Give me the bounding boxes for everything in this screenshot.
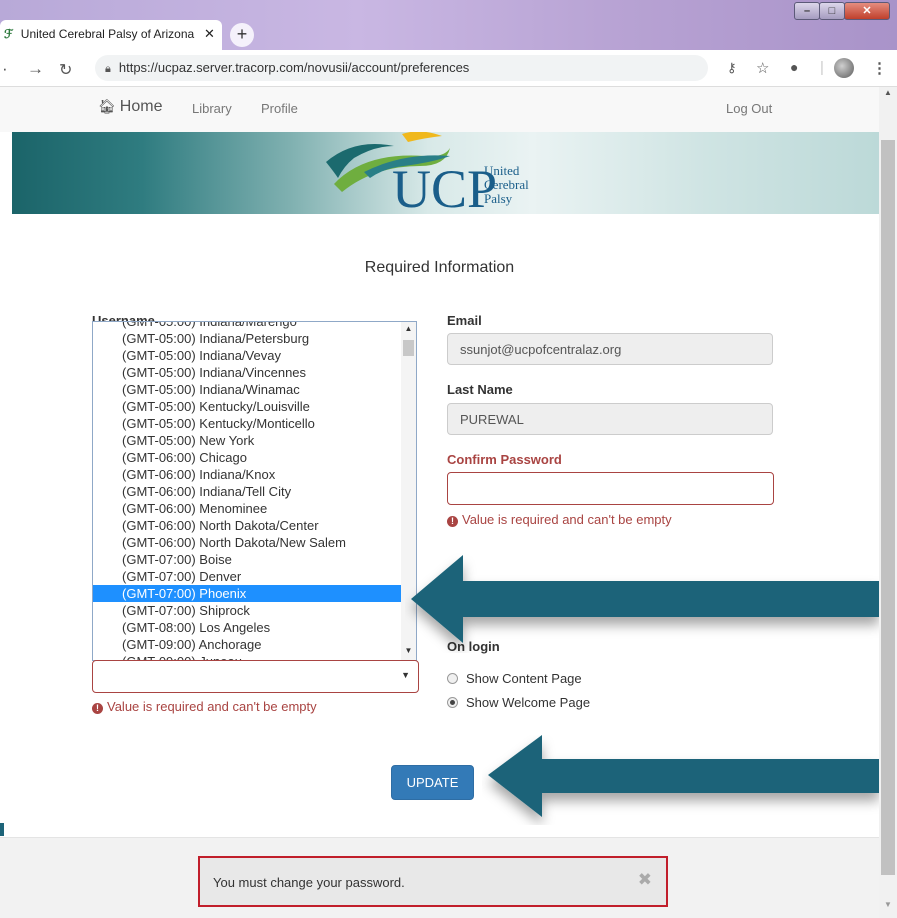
timezone-option[interactable]: (GMT-05:00) New York: [93, 432, 401, 449]
email-label: Email: [447, 313, 482, 328]
star-icon[interactable]: ☆: [756, 59, 769, 77]
timezone-option[interactable]: (GMT-05:00) Kentucky/Monticello: [93, 415, 401, 432]
lock-icon: 🔒︎: [105, 63, 111, 75]
timezone-option[interactable]: (GMT-06:00) Chicago: [93, 449, 401, 466]
lastname-field: PUREWAL: [447, 403, 773, 435]
timezone-option[interactable]: (GMT-05:00) Indiana/Vevay: [93, 347, 401, 364]
scroll-up-icon[interactable]: ▲: [879, 88, 897, 102]
profile-avatar[interactable]: [834, 58, 854, 78]
annotation-arrow-update: [488, 735, 879, 817]
listbox-scroll-thumb[interactable]: [403, 340, 414, 356]
timezone-option[interactable]: (GMT-07:00) Shiprock: [93, 602, 401, 619]
radio-welcome-page[interactable]: [447, 697, 458, 708]
timezone-options: (GMT-05:00) Indiana/Marengo (GMT-05:00) I…: [93, 322, 401, 660]
timezone-option[interactable]: (GMT-05:00) Indiana/Winamac: [93, 381, 401, 398]
logo-line1: United: [484, 163, 520, 178]
nav-profile-link[interactable]: Profile: [261, 101, 298, 116]
timezone-option[interactable]: (GMT-05:00) Kentucky/Louisville: [93, 398, 401, 415]
timezone-listbox[interactable]: (GMT-05:00) Indiana/Marengo (GMT-05:00) I…: [92, 321, 417, 661]
tab-close-icon[interactable]: ✕: [204, 26, 215, 42]
confirm-password-field[interactable]: [447, 472, 774, 505]
browser-tab[interactable]: ℱ United Cerebral Palsy of Arizona ✕: [0, 20, 222, 50]
confirm-password-error: ! Value is required and can't be empty: [447, 512, 672, 527]
timezone-option[interactable]: (GMT-06:00) Indiana/Tell City: [93, 483, 401, 500]
ucp-logo: UCP United Cerebral Palsy: [326, 132, 529, 214]
password-notification: You must change your password. ✖: [198, 856, 668, 907]
toolbar-divider: |: [820, 59, 824, 76]
timezone-option[interactable]: (GMT-05:00) Indiana/Petersburg: [93, 330, 401, 347]
new-tab-button[interactable]: +: [230, 23, 254, 47]
forward-icon[interactable]: →: [27, 59, 44, 79]
nav-logout-link[interactable]: Log Out: [726, 101, 772, 116]
page-heading: Required Information: [364, 259, 515, 276]
timezone-option[interactable]: (GMT-09:00) Anchorage: [93, 636, 401, 653]
timezone-option[interactable]: (GMT-07:00) Boise: [93, 551, 401, 568]
url-text: https://ucpaz.server.tracorp.com/novusii…: [118, 60, 470, 75]
logo-line3: Palsy: [484, 191, 513, 206]
tab-title: United Cerebral Palsy of Arizona: [20, 27, 195, 41]
header-banner: UCP United Cerebral Palsy: [12, 132, 879, 214]
select-error: ! Value is required and can't be empty: [92, 699, 317, 714]
edge-marker: [0, 823, 4, 836]
timezone-option[interactable]: (GMT-05:00) Indiana/Marengo: [93, 322, 401, 330]
listbox-scroll-up-icon[interactable]: ▲: [401, 324, 416, 333]
timezone-option[interactable]: (GMT-07:00) Denver: [93, 568, 401, 585]
page-scroll-thumb[interactable]: [881, 140, 895, 875]
email-field: ssunjot@ucpofcentralaz.org: [447, 333, 773, 365]
back-icon[interactable]: ·: [2, 59, 8, 79]
scroll-down-icon[interactable]: ▼: [879, 900, 897, 914]
key-icon[interactable]: ⚷: [727, 60, 737, 76]
timezone-option[interactable]: (GMT-06:00) North Dakota/Center: [93, 517, 401, 534]
nav-home-label: Home: [119, 98, 163, 115]
url-field[interactable]: 🔒︎ https://ucpaz.server.tracorp.com/novus…: [95, 55, 708, 81]
chevron-down-icon: ▼: [401, 670, 410, 680]
timezone-option-selected[interactable]: (GMT-07:00) Phoenix: [93, 585, 401, 602]
close-window-button[interactable]: ✕: [844, 2, 890, 20]
confirm-password-label: Confirm Password: [447, 452, 562, 467]
site-navbar: 🏠︎ Home Library Profile Log Out: [0, 87, 879, 132]
nav-library-link[interactable]: Library: [192, 101, 232, 116]
logo-letters: UCP: [392, 159, 497, 214]
logo-line2: Cerebral: [484, 177, 529, 192]
address-bar-row: · → ↻ 🔒︎ https://ucpaz.server.tracorp.com…: [0, 50, 897, 87]
radio-welcome-label: Show Welcome Page: [466, 695, 591, 710]
timezone-option[interactable]: (GMT-06:00) Indiana/Knox: [93, 466, 401, 483]
close-icon[interactable]: ✖: [638, 870, 652, 890]
annotation-arrow-timezone: [411, 555, 879, 643]
timezone-option[interactable]: (GMT-08:00) Los Angeles: [93, 619, 401, 636]
reload-icon[interactable]: ↻: [59, 60, 72, 80]
nav-home-link[interactable]: 🏠︎ Home: [98, 98, 162, 116]
error-icon: !: [447, 516, 458, 527]
extension-icon[interactable]: ●: [790, 59, 798, 75]
timezone-option[interactable]: (GMT-05:00) Indiana/Vincennes: [93, 364, 401, 381]
confirm-error-text: Value is required and can't be empty: [462, 512, 672, 527]
maximize-button[interactable]: □: [819, 2, 845, 20]
home-icon: 🏠︎: [98, 98, 116, 114]
page-viewport: 🏠︎ Home Library Profile Log Out UCP Unite…: [0, 87, 879, 918]
menu-icon[interactable]: ⋮: [872, 59, 887, 77]
notification-text: You must change your password.: [213, 875, 405, 890]
select-error-text: Value is required and can't be empty: [107, 699, 317, 714]
timezone-option[interactable]: (GMT-06:00) Menominee: [93, 500, 401, 517]
radio-content-label: Show Content Page: [466, 671, 582, 686]
window-controls: – □ ✕: [794, 2, 894, 21]
error-icon: !: [92, 703, 103, 714]
timezone-option[interactable]: (GMT-06:00) North Dakota/New Salem: [93, 534, 401, 551]
lastname-label: Last Name: [447, 382, 513, 397]
timezone-select[interactable]: ▼: [92, 660, 419, 693]
update-button[interactable]: UPDATE: [391, 765, 474, 800]
favicon-icon: ℱ: [4, 27, 14, 41]
radio-content-page[interactable]: [447, 673, 458, 684]
minimize-button[interactable]: –: [794, 2, 820, 20]
